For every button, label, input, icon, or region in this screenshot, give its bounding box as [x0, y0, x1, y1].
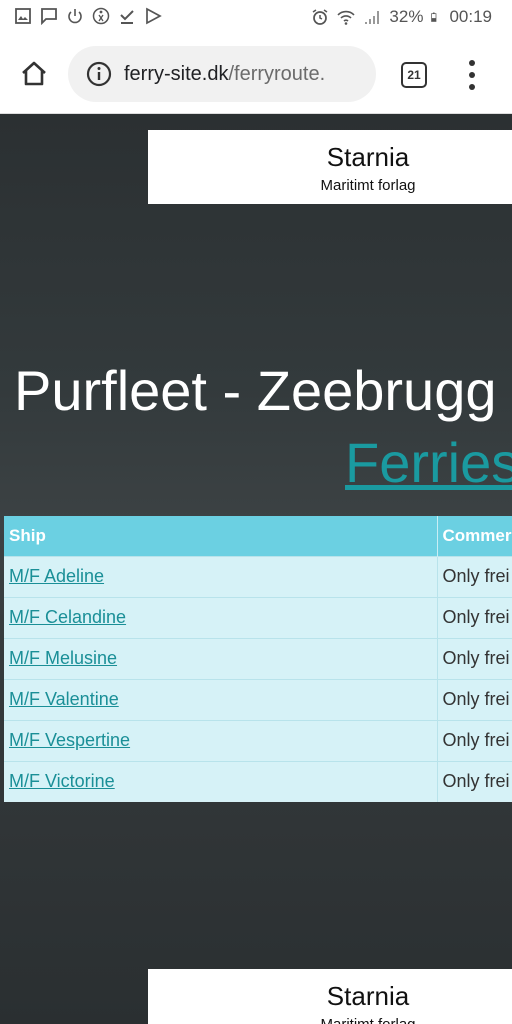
status-left-icons [14, 7, 162, 25]
comment-cell: Only frei [437, 719, 512, 761]
info-icon[interactable] [86, 61, 112, 87]
url-text[interactable]: ferry-site.dk/ferryroute. [124, 63, 325, 86]
url-path: /ferryroute. [228, 62, 326, 85]
header-ship: Ship [4, 516, 438, 556]
menu-dot [469, 60, 475, 66]
address-bar[interactable]: ferry-site.dk/ferryroute. [68, 46, 376, 102]
ferries-link[interactable]: Ferries [345, 430, 512, 495]
ship-cell: M/F Adeline [4, 555, 438, 597]
banner-title: Starnia [326, 981, 410, 1011]
comment-cell: Only frei [437, 555, 512, 597]
ship-link[interactable]: M/F Valentine [9, 689, 119, 709]
ship-cell: M/F Melusine [4, 637, 438, 679]
page-content: Starnia Maritimt forlag Purfleet - Zeebr… [0, 114, 512, 1024]
table-row: M/F Valentine Only frei [4, 678, 512, 720]
table-row: M/F Celandine Only frei [4, 596, 512, 638]
alarm-icon [313, 9, 328, 25]
ship-cell: M/F Vespertine [4, 719, 438, 761]
tab-switcher-button[interactable]: 21 [401, 62, 427, 88]
menu-dot [469, 84, 475, 90]
signal-icon [365, 11, 380, 24]
table-row: M/F Victorine Only frei [4, 760, 512, 802]
url-host: ferry-site.dk [124, 62, 229, 85]
table-row: M/F Adeline Only frei [4, 555, 512, 597]
ship-link[interactable]: M/F Victorine [9, 771, 115, 791]
accessibility-icon [92, 7, 110, 25]
message-icon [41, 8, 57, 25]
ad-banner-bottom[interactable]: Starnia Maritimt forlag [148, 969, 512, 1024]
battery-percent: 32% [389, 7, 424, 26]
overflow-menu-button[interactable] [460, 56, 484, 94]
table-row: M/F Vespertine Only frei [4, 719, 512, 761]
status-bar: 32% 00:19 [0, 0, 512, 36]
menu-dot [469, 72, 475, 78]
ships-table: Ship Commer M/F Adeline Only frei M/F Ce… [4, 516, 512, 802]
ship-cell: M/F Valentine [4, 678, 438, 720]
ad-banner-top[interactable]: Starnia Maritimt forlag [148, 130, 512, 204]
banner-title: Starnia [326, 142, 410, 172]
browser-toolbar: ferry-site.dk/ferryroute. 21 [0, 36, 512, 114]
comment-cell: Only frei [437, 637, 512, 679]
ship-link[interactable]: M/F Adeline [9, 566, 104, 586]
comment-cell: Only frei [437, 760, 512, 802]
header-comment: Commer [437, 516, 512, 556]
clock: 00:19 [449, 7, 492, 26]
ship-cell: M/F Victorine [4, 760, 438, 802]
wifi-icon [337, 10, 356, 25]
banner-subtitle: Maritimt forlag [148, 1016, 512, 1024]
play-store-icon [146, 7, 162, 25]
gallery-icon [15, 8, 31, 24]
home-icon [22, 61, 46, 86]
home-button[interactable] [16, 56, 52, 92]
table-header-row: Ship Commer [4, 516, 512, 556]
comment-cell: Only frei [437, 596, 512, 638]
ship-cell: M/F Celandine [4, 596, 438, 638]
power-icon [68, 9, 82, 24]
comment-cell: Only frei [437, 678, 512, 720]
status-right-icons: 32% 00:19 [311, 7, 492, 27]
table-row: M/F Melusine Only frei [4, 637, 512, 679]
battery-icon [431, 12, 437, 22]
banner-subtitle: Maritimt forlag [320, 177, 416, 194]
ship-link[interactable]: M/F Vespertine [9, 730, 130, 750]
route-title: Purfleet - Zeebrugg [14, 359, 497, 422]
ship-link[interactable]: M/F Celandine [9, 607, 126, 627]
download-done-icon [120, 10, 134, 24]
ship-link[interactable]: M/F Melusine [9, 648, 117, 668]
